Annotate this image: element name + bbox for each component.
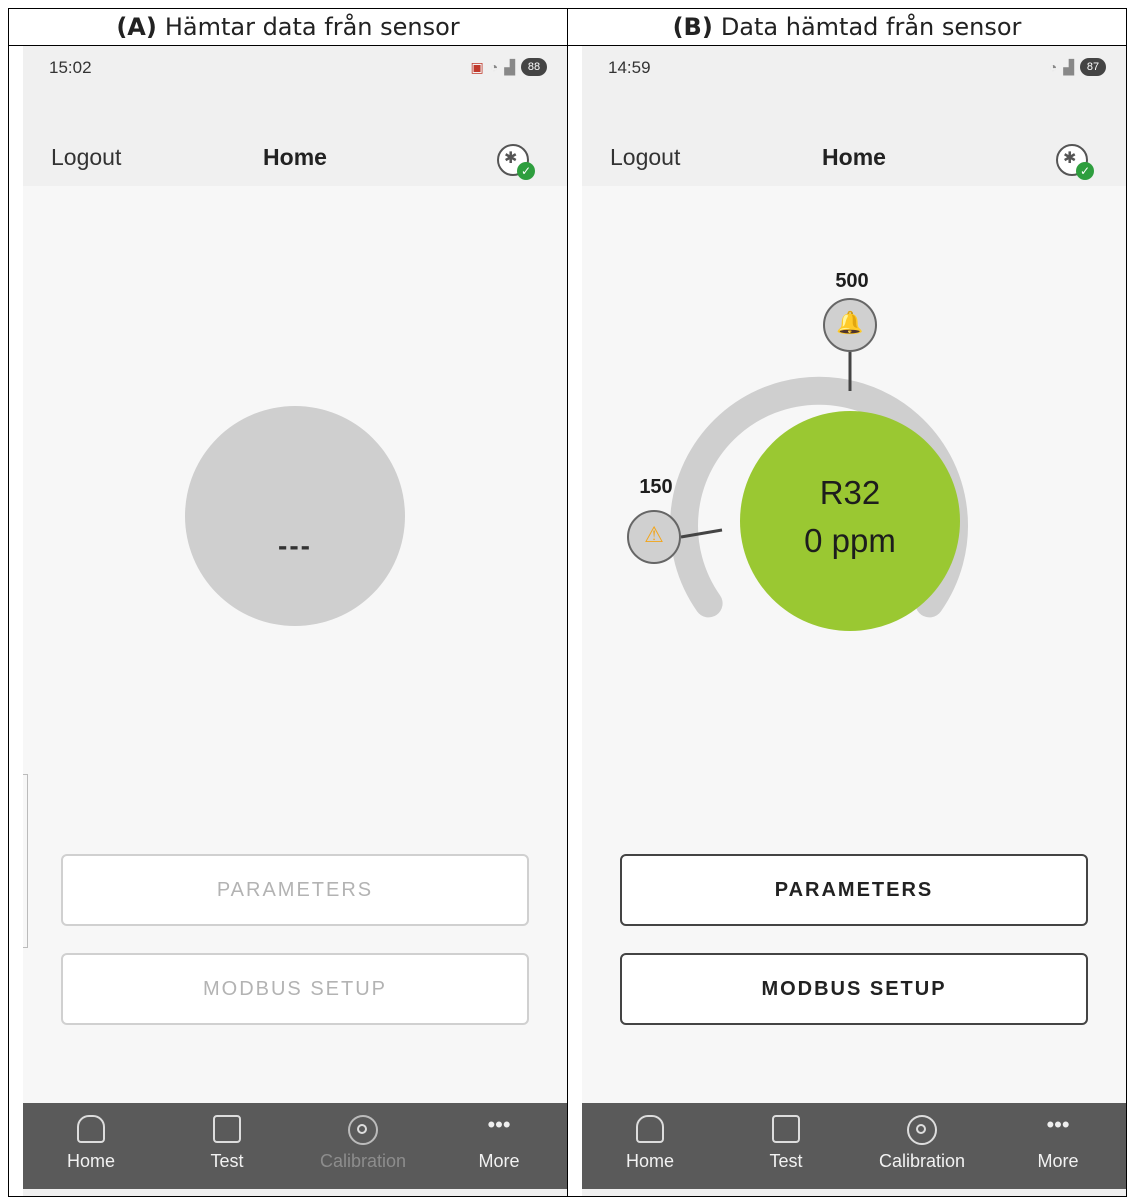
calibration-icon xyxy=(348,1115,378,1145)
warning-icon: ⚠ xyxy=(644,522,664,547)
gauge-graphic xyxy=(670,352,968,631)
caption-b-text: Data hämtad från sensor xyxy=(720,13,1022,41)
alarm-marker[interactable]: 🔔 xyxy=(823,298,877,352)
gauge-reading: --- xyxy=(278,530,312,561)
nav-test[interactable]: Test xyxy=(718,1103,854,1189)
nav-more-label: More xyxy=(478,1151,520,1171)
caption-a-prefix: (A) xyxy=(116,13,157,41)
more-icon: ••• xyxy=(487,1112,511,1137)
bottom-nav: Home Test Calibration ••• More xyxy=(23,1103,567,1189)
nav-home[interactable]: Home xyxy=(582,1103,718,1189)
parameters-button[interactable]: PARAMETERS xyxy=(61,854,529,926)
home-icon xyxy=(77,1115,105,1143)
parameters-button[interactable]: PARAMETERS xyxy=(620,854,1088,926)
caption-a-text: Hämtar data från sensor xyxy=(164,13,460,41)
nav-more[interactable]: ••• More xyxy=(990,1103,1126,1189)
app-bar: Logout Home ✓ xyxy=(23,94,567,186)
status-icons: ▣ ◔ ▟ 88 xyxy=(471,58,547,76)
nav-calibration-label: Calibration xyxy=(878,1151,966,1171)
nav-calibration[interactable]: Calibration xyxy=(295,1103,431,1189)
nav-more[interactable]: ••• More xyxy=(431,1103,567,1189)
nav-test[interactable]: Test xyxy=(159,1103,295,1189)
warning-marker[interactable]: ⚠ xyxy=(627,510,681,564)
nav-test-label: Test xyxy=(769,1151,803,1171)
gauge-value-circle xyxy=(740,411,960,631)
comparison-table: (A) Hämtar data från sensor (B) Data hämta… xyxy=(8,8,1127,1197)
home-icon xyxy=(636,1115,664,1143)
screen-cast-icon: ▣ xyxy=(470,58,484,75)
battery-icon: 88 xyxy=(521,58,547,76)
test-icon xyxy=(213,1115,241,1143)
page-title: Home xyxy=(263,144,327,170)
status-bar: 15:02 ▣ ◔ ▟ 88 xyxy=(23,46,567,94)
system-nav-bar: ||| ◯ < xyxy=(23,1189,567,1196)
modbus-setup-button[interactable]: MODBUS SETUP xyxy=(61,953,529,1025)
nav-calibration-label: Calibration xyxy=(319,1151,407,1171)
phone-screen-b: 14:59 ◔ ▟ 87 Logout Home ✓ xyxy=(582,46,1126,1196)
calibration-icon xyxy=(907,1115,937,1145)
panel-b-cell: 14:59 ◔ ▟ 87 Logout Home ✓ xyxy=(567,45,1127,1197)
caption-a: (A) Hämtar data från sensor xyxy=(8,8,568,46)
gauge-loading: --- xyxy=(185,406,405,626)
more-icon: ••• xyxy=(1046,1112,1070,1137)
test-icon xyxy=(772,1115,800,1143)
nav-calibration[interactable]: Calibration xyxy=(854,1103,990,1189)
wifi-icon: ◔ xyxy=(489,59,499,75)
comparison-figure: (A) Hämtar data från sensor (B) Data hämta… xyxy=(8,8,1128,1197)
sensor-connection-icon[interactable]: ✓ xyxy=(497,144,535,180)
system-nav-bar: ||| ◯ < xyxy=(582,1189,1126,1196)
status-time: 15:02 xyxy=(49,58,92,77)
caption-b: (B) Data hämtad från sensor xyxy=(567,8,1127,46)
nav-test-label: Test xyxy=(210,1151,244,1171)
modbus-setup-button[interactable]: MODBUS SETUP xyxy=(620,953,1088,1025)
alarm-threshold-label: 500 xyxy=(835,270,869,292)
bottom-nav: Home Test Calibration ••• More xyxy=(582,1103,1126,1189)
phone-screen-a: 15:02 ▣ ◔ ▟ 88 Logout Home ✓ --- xyxy=(23,46,567,1196)
connected-check-icon: ✓ xyxy=(517,162,535,180)
warning-threshold-label: 150 xyxy=(639,476,673,498)
nav-more-label: More xyxy=(1037,1151,1079,1171)
caption-b-prefix: (B) xyxy=(672,13,713,41)
nav-home-label: Home xyxy=(625,1151,674,1171)
nav-home-label: Home xyxy=(66,1151,115,1171)
edge-panel-handle[interactable] xyxy=(23,774,28,948)
nav-home[interactable]: Home xyxy=(23,1103,159,1189)
bell-icon: 🔔 xyxy=(836,310,864,335)
signal-icon: ▟ xyxy=(504,58,515,75)
panel-a-cell: 15:02 ▣ ◔ ▟ 88 Logout Home ✓ --- xyxy=(8,45,568,1197)
